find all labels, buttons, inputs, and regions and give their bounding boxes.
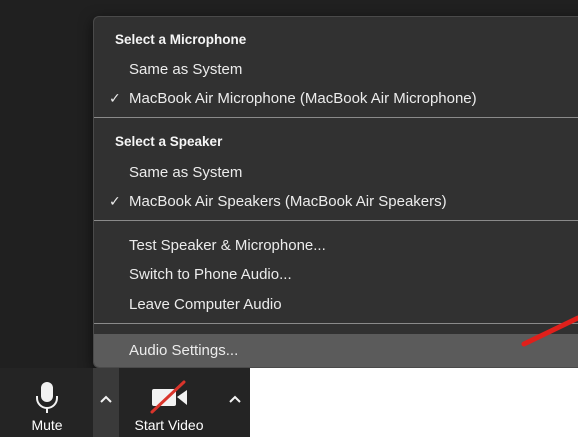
menu-item-switch-to-phone-audio[interactable]: Switch to Phone Audio... bbox=[94, 261, 578, 289]
menu-item-label: MacBook Air Microphone (MacBook Air Micr… bbox=[129, 90, 477, 107]
menu-item-label: Switch to Phone Audio... bbox=[129, 266, 292, 283]
red-arrow-annotation bbox=[521, 315, 578, 347]
menu-separator bbox=[94, 220, 578, 221]
menu-item-label: Same as System bbox=[129, 61, 243, 78]
menu-separator bbox=[94, 323, 578, 324]
menu-item-audio-settings[interactable]: Audio Settings... bbox=[94, 334, 578, 367]
caret-up-icon bbox=[100, 395, 112, 403]
menu-item-label: Test Speaker & Microphone... bbox=[129, 237, 326, 254]
menu-item-macbook-air-speakers[interactable]: ✓ MacBook Air Speakers (MacBook Air Spea… bbox=[94, 188, 578, 216]
start-video-label: Start Video bbox=[134, 417, 204, 433]
mute-button[interactable]: Mute bbox=[22, 368, 72, 437]
microphone-section-header: Select a Microphone bbox=[94, 26, 578, 54]
caret-up-icon bbox=[229, 395, 241, 403]
menu-separator bbox=[94, 117, 578, 118]
audio-options-caret[interactable] bbox=[93, 368, 119, 437]
start-video-button[interactable]: Start Video bbox=[127, 368, 211, 437]
video-options-caret[interactable] bbox=[222, 368, 248, 437]
menu-item-label: Same as System bbox=[129, 164, 243, 181]
menu-item-leave-computer-audio[interactable]: Leave Computer Audio bbox=[94, 291, 578, 319]
blank-area bbox=[250, 368, 578, 437]
video-camera-off-icon bbox=[150, 380, 187, 414]
checkmark-icon: ✓ bbox=[109, 194, 121, 210]
audio-options-menu: Select a Microphone Same as System ✓ Mac… bbox=[93, 16, 578, 368]
microphone-icon bbox=[36, 382, 58, 413]
speaker-header-label: Select a Speaker bbox=[115, 134, 223, 149]
microphone-header-label: Select a Microphone bbox=[115, 32, 247, 47]
meeting-toolbar: Mute Start Video bbox=[0, 368, 250, 437]
menu-item-label: MacBook Air Speakers (MacBook Air Speake… bbox=[129, 193, 447, 210]
menu-item-label: Leave Computer Audio bbox=[129, 296, 282, 313]
menu-item-mic-same-as-system[interactable]: Same as System bbox=[94, 56, 578, 84]
mute-label: Mute bbox=[31, 417, 63, 433]
menu-item-speaker-same-as-system[interactable]: Same as System bbox=[94, 159, 578, 187]
speaker-section-header: Select a Speaker bbox=[94, 128, 578, 156]
checkmark-icon: ✓ bbox=[109, 91, 121, 107]
menu-item-label: Audio Settings... bbox=[129, 342, 239, 359]
menu-item-macbook-air-microphone[interactable]: ✓ MacBook Air Microphone (MacBook Air Mi… bbox=[94, 85, 578, 113]
menu-item-test-speaker-microphone[interactable]: Test Speaker & Microphone... bbox=[94, 232, 578, 260]
